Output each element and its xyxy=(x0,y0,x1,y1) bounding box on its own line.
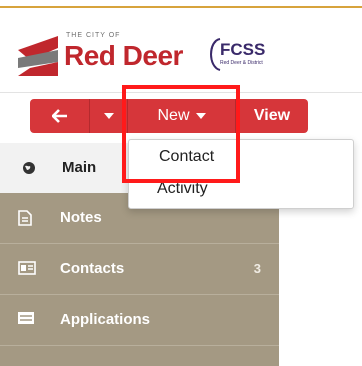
sidebar-item-label: Main xyxy=(62,159,97,176)
view-button[interactable]: View xyxy=(236,99,308,133)
sidebar-item-label: Applications xyxy=(60,311,151,328)
fcss-name: FCSS xyxy=(220,40,266,59)
highlight-box-top xyxy=(122,85,240,137)
site-header: THE CITY OF Red Deer FCSS Red Deer & Dis… xyxy=(0,8,362,92)
globe-icon xyxy=(23,162,35,174)
list-icon xyxy=(18,312,34,324)
sidebar-item-label: Notes xyxy=(60,209,102,226)
contact-card-icon xyxy=(18,261,36,275)
red-deer-logo-icon xyxy=(18,36,58,76)
city-name-logo-text: Red Deer xyxy=(64,40,183,71)
highlight-box-bottom xyxy=(122,133,240,183)
fcss-logo: FCSS Red Deer & District xyxy=(206,36,280,72)
caret-down-icon xyxy=(103,113,114,119)
arrow-left-icon xyxy=(51,109,67,123)
city-of-label: THE CITY OF xyxy=(66,32,121,39)
fcss-subtitle: Red Deer & District xyxy=(220,60,263,66)
top-accent-bar xyxy=(0,0,362,8)
view-button-label: View xyxy=(253,107,291,124)
sidebar-item-applications[interactable]: Applications xyxy=(0,295,279,345)
document-icon xyxy=(18,210,32,226)
sidebar-item-contacts[interactable]: Contacts 3 xyxy=(0,244,279,294)
sidebar-item-label: Contacts xyxy=(60,260,125,277)
contacts-count-badge: 3 xyxy=(253,261,261,276)
sidebar-item-partial xyxy=(0,346,279,366)
back-button[interactable] xyxy=(30,99,90,133)
